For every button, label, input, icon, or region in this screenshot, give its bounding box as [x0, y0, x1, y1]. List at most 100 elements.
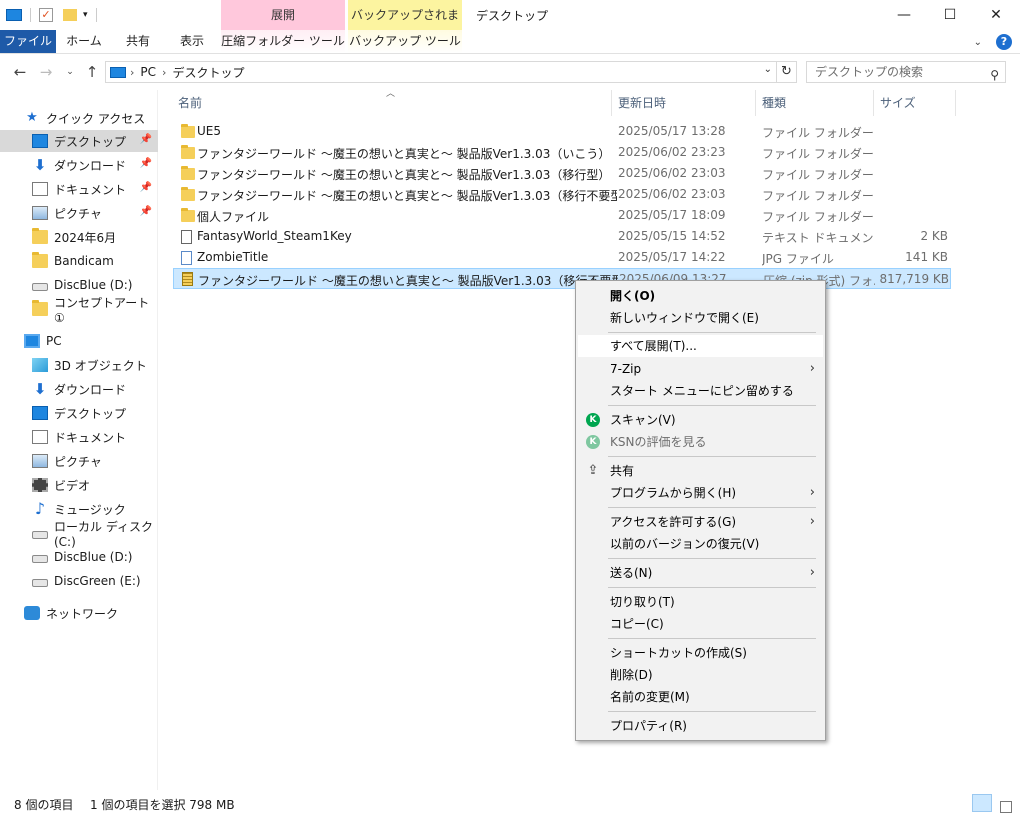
address-dropdown-icon[interactable]: ⌄: [764, 64, 772, 75]
nav-label: Bandicam: [54, 254, 114, 268]
nav-label: PC: [46, 334, 62, 348]
download-icon: ⬇: [33, 380, 47, 398]
details-view-icon[interactable]: [972, 794, 992, 812]
menu-item-restore-previous[interactable]: 以前のバージョンの復元(V): [578, 533, 823, 555]
nav-pc-videos[interactable]: ビデオ: [0, 474, 158, 496]
maximize-button[interactable]: ☐: [927, 0, 973, 30]
nav-label: DiscBlue (D:): [54, 278, 133, 292]
file-row[interactable]: UE5 2025/05/17 13:28 ファイル フォルダー: [173, 121, 951, 142]
back-arrow-icon[interactable]: ←: [10, 62, 30, 82]
tab-compressed-folder-tools[interactable]: 圧縮フォルダー ツール: [221, 30, 345, 53]
tab-view[interactable]: 表示: [168, 30, 216, 53]
pc-icon: [24, 334, 40, 348]
file-date: 2025/06/02 23:03: [618, 187, 726, 201]
large-icons-view-icon[interactable]: [996, 794, 1016, 813]
recent-locations-chevron-icon[interactable]: ⌄: [60, 62, 80, 82]
tab-home[interactable]: ホーム: [60, 30, 108, 53]
nav-quick-downloads[interactable]: ⬇ ダウンロード 📌: [0, 154, 158, 176]
nav-quick-concept-art[interactable]: コンセプトアート①: [0, 296, 158, 325]
column-header-size[interactable]: サイズ: [874, 90, 956, 116]
nav-pc[interactable]: PC: [0, 330, 158, 352]
pin-icon[interactable]: 📌: [140, 134, 152, 145]
nav-label: ピクチャ: [54, 454, 102, 469]
column-header-type[interactable]: 種類: [756, 90, 874, 116]
menu-item-create-shortcut[interactable]: ショートカットの作成(S): [578, 642, 823, 664]
nav-quick-2024-june[interactable]: 2024年6月: [0, 226, 158, 248]
star-icon: ★: [26, 110, 38, 125]
up-arrow-icon[interactable]: ↑: [82, 62, 102, 82]
file-type: ファイル フォルダー: [762, 210, 874, 224]
nav-quick-bandicam[interactable]: Bandicam: [0, 250, 158, 272]
file-date: 2025/05/15 14:52: [618, 229, 726, 243]
breadcrumb-pc[interactable]: PC: [140, 65, 156, 79]
file-row[interactable]: ファンタジーワールド ～魔王の想いと真実と～ 製品版Ver1.3.03（移行型）…: [173, 163, 951, 184]
menu-item-scan[interactable]: K スキャン(V): [578, 409, 823, 431]
menu-item-pin-start[interactable]: スタート メニューにピン留めする: [578, 380, 823, 402]
refresh-icon[interactable]: ↻: [777, 61, 797, 83]
help-icon[interactable]: ?: [996, 34, 1012, 50]
menu-item-delete[interactable]: 削除(D): [578, 664, 823, 686]
menu-item-copy[interactable]: コピー(C): [578, 613, 823, 635]
tab-backup-tools[interactable]: バックアップ ツール: [348, 30, 462, 53]
file-row[interactable]: ファンタジーワールド ～魔王の想いと真実と～ 製品版Ver1.3.03（いこう）…: [173, 142, 951, 163]
nav-pc-local-disk-c[interactable]: ローカル ディスク (C:): [0, 520, 158, 549]
minimize-button[interactable]: —: [881, 0, 927, 30]
menu-item-open[interactable]: 開く(O): [578, 285, 823, 307]
menu-item-7zip[interactable]: 7-Zip ›: [578, 358, 823, 380]
column-header-date[interactable]: 更新日時: [612, 90, 756, 116]
file-type: ファイル フォルダー: [762, 189, 874, 203]
nav-pc-3d-objects[interactable]: 3D オブジェクト: [0, 354, 158, 376]
nav-pc-pictures[interactable]: ピクチャ: [0, 450, 158, 472]
menu-separator: [608, 558, 816, 559]
tab-file[interactable]: ファイル: [0, 30, 56, 53]
nav-label: ミュージック: [54, 502, 126, 517]
pin-icon[interactable]: 📌: [140, 206, 152, 217]
file-row[interactable]: ZombieTitle 2025/05/17 14:22 JPG ファイル 14…: [173, 247, 951, 268]
menu-item-share[interactable]: ⇪ 共有: [578, 460, 823, 482]
nav-quick-pictures[interactable]: ピクチャ 📌: [0, 202, 158, 224]
status-item-count: 8 個の項目: [14, 798, 74, 812]
navigation-pane: ★ クイック アクセス デスクトップ 📌 ⬇ ダウンロード 📌 ドキュメント 📌…: [0, 90, 158, 790]
nav-pc-documents[interactable]: ドキュメント: [0, 426, 158, 448]
menu-item-cut[interactable]: 切り取り(T): [578, 591, 823, 613]
menu-item-rename[interactable]: 名前の変更(M): [578, 686, 823, 708]
file-row[interactable]: ファンタジーワールド ～魔王の想いと真実と～ 製品版Ver1.3.03（移行不要…: [173, 184, 951, 205]
expand-ribbon-chevron-icon[interactable]: ⌄: [974, 37, 982, 48]
tab-share[interactable]: 共有: [114, 30, 162, 53]
breadcrumb-desktop[interactable]: デスクトップ: [172, 64, 244, 81]
forward-arrow-icon[interactable]: →: [36, 62, 56, 82]
file-row[interactable]: 個人ファイル 2025/05/17 18:09 ファイル フォルダー: [173, 205, 951, 226]
file-row[interactable]: FantasyWorld_Steam1Key 2025/05/15 14:52 …: [173, 226, 951, 247]
pin-icon[interactable]: 📌: [140, 158, 152, 169]
nav-quick-desktop[interactable]: デスクトップ 📌: [0, 130, 158, 152]
close-button[interactable]: ✕: [973, 0, 1019, 30]
context-menu: 開く(O) 新しいウィンドウで開く(E) すべて展開(T)... 7-Zip ›…: [575, 280, 826, 741]
nav-pc-downloads[interactable]: ⬇ ダウンロード: [0, 378, 158, 400]
contextual-tab-extract: 展開: [221, 0, 345, 30]
properties-check-icon[interactable]: ✓: [39, 8, 53, 22]
nav-quick-documents[interactable]: ドキュメント 📌: [0, 178, 158, 200]
menu-item-properties[interactable]: プロパティ(R): [578, 715, 823, 737]
menu-item-give-access[interactable]: アクセスを許可する(G) ›: [578, 511, 823, 533]
breadcrumb-separator-icon[interactable]: ›: [130, 66, 134, 79]
menu-item-send-to[interactable]: 送る(N) ›: [578, 562, 823, 584]
nav-pc-desktop[interactable]: デスクトップ: [0, 402, 158, 424]
nav-pc-discgreen-e[interactable]: DiscGreen (E:): [0, 570, 158, 592]
new-folder-icon[interactable]: [63, 9, 77, 21]
menu-item-extract-all[interactable]: すべて展開(T)...: [578, 335, 823, 357]
nav-network[interactable]: ネットワーク: [0, 602, 158, 624]
menu-item-ksn[interactable]: K KSNの評価を見る: [578, 431, 823, 453]
nav-quick-access[interactable]: ★ クイック アクセス: [0, 107, 158, 129]
menu-item-open-with[interactable]: プログラムから開く(H) ›: [578, 482, 823, 504]
menu-item-open-new-window[interactable]: 新しいウィンドウで開く(E): [578, 307, 823, 329]
search-input[interactable]: デスクトップの検索 ⚲: [806, 61, 1006, 83]
nav-pc-discblue-d[interactable]: DiscBlue (D:): [0, 546, 158, 568]
pin-icon[interactable]: 📌: [140, 182, 152, 193]
address-bar[interactable]: › PC › デスクトップ ⌄: [105, 61, 777, 83]
file-row-selected[interactable]: ファンタジーワールド ～魔王の想いと真実と～ 製品版Ver1.3.03（移行不要…: [173, 268, 951, 289]
menu-separator: [608, 332, 816, 333]
breadcrumb-separator-icon[interactable]: ›: [162, 66, 166, 79]
share-icon: ⇪: [587, 463, 599, 478]
customize-dropdown-icon[interactable]: ▾: [83, 10, 88, 20]
column-header-name[interactable]: 名前: [172, 90, 612, 116]
